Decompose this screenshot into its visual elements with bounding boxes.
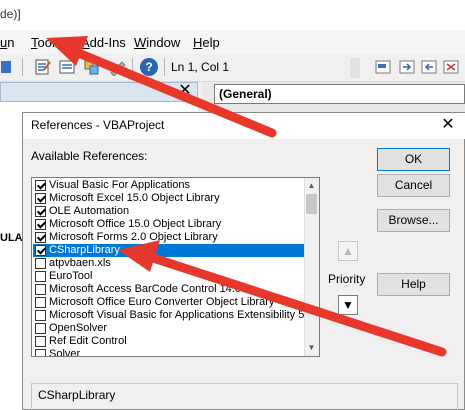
menu-bar <box>0 30 465 54</box>
reference-checkbox[interactable] <box>35 180 46 191</box>
reference-checkbox[interactable] <box>35 206 46 217</box>
reference-checkbox[interactable] <box>35 271 46 282</box>
next-bookmark-icon[interactable] <box>398 58 416 76</box>
reference-label: Microsoft Excel 15.0 Object Library <box>49 192 220 204</box>
object-browser-icon[interactable] <box>82 58 100 76</box>
reference-label: CSharpLibrary <box>49 244 120 256</box>
close-icon[interactable]: ✕ <box>176 82 194 100</box>
previous-bookmark-icon[interactable] <box>420 58 438 76</box>
title-bar <box>0 0 465 30</box>
reference-label: Microsoft Access BarCode Control 14.0 <box>49 283 241 295</box>
reference-label: Ref Edit Control <box>49 335 127 347</box>
reference-checkbox[interactable] <box>35 297 46 308</box>
reference-checkbox[interactable] <box>35 349 46 356</box>
reference-checkbox[interactable] <box>35 245 46 256</box>
reference-label: Visual Basic For Applications <box>49 179 191 191</box>
reference-checkbox[interactable] <box>35 219 46 230</box>
reference-checkbox[interactable] <box>35 284 46 295</box>
project-pane-header <box>0 82 198 102</box>
reference-label: OLE Automation <box>49 205 130 217</box>
menu-help[interactable]: Help <box>193 35 220 50</box>
window-title: de)] <box>0 7 21 21</box>
reference-checkbox[interactable] <box>35 258 46 269</box>
menu-add-ins-accel: A <box>81 35 90 50</box>
reference-label: atpvbaen.xls <box>49 257 111 269</box>
scroll-thumb[interactable] <box>306 194 317 214</box>
reference-label: Solver <box>49 348 81 357</box>
menu-help-rest: elp <box>202 35 220 50</box>
reference-checkbox[interactable] <box>35 310 46 321</box>
reference-checkbox[interactable] <box>35 193 46 204</box>
reference-label: EuroTool <box>49 270 93 282</box>
reference-checkbox[interactable] <box>35 336 46 347</box>
menu-add-ins[interactable]: Add-Ins <box>81 35 126 50</box>
reference-label: Microsoft Forms 2.0 Object Library <box>49 231 218 243</box>
scroll-down-icon[interactable]: ▼ <box>305 341 318 354</box>
browse-button[interactable]: Browse... <box>377 209 450 232</box>
menu-window[interactable]: Window <box>134 35 180 50</box>
toolbar-separator <box>164 58 165 76</box>
menu-run[interactable]: un <box>0 35 14 50</box>
reference-item[interactable]: Microsoft Forms 2.0 Object Library <box>33 231 305 244</box>
toolbox-icon[interactable] <box>108 58 126 76</box>
toggle-bookmark-icon[interactable] <box>374 58 392 76</box>
reference-item[interactable]: OpenSolver <box>33 322 305 335</box>
help-icon[interactable]: ? <box>140 58 158 76</box>
priority-down-button[interactable]: ▼ <box>338 295 358 315</box>
reference-item[interactable]: Microsoft Visual Basic for Applications … <box>33 309 305 322</box>
dialog-title: References - VBAProject <box>31 118 165 132</box>
reference-label: Microsoft Visual Basic for Applications … <box>49 309 305 321</box>
priority-up-button[interactable]: ▲ <box>338 241 358 261</box>
menu-run-rest: n <box>7 35 15 50</box>
object-combo[interactable]: (General) <box>214 84 465 104</box>
reference-item[interactable]: atpvbaen.xls <box>33 257 305 270</box>
ok-button[interactable]: OK <box>377 148 450 171</box>
reference-item[interactable]: Solver <box>33 348 305 357</box>
toolbar-separator <box>132 58 133 76</box>
toolbar-overflow[interactable] <box>350 58 360 78</box>
priority-label: Priority <box>328 272 366 286</box>
toolbar-separator <box>22 58 23 76</box>
reference-checkbox[interactable] <box>35 232 46 243</box>
menu-tools[interactable]: Tools <box>31 35 61 50</box>
reference-item[interactable]: EuroTool <box>33 270 305 283</box>
reference-item-selected[interactable]: CSharpLibrary <box>33 244 305 257</box>
cancel-button[interactable]: Cancel <box>377 174 450 197</box>
reference-checkbox[interactable] <box>35 323 46 334</box>
reference-label: Microsoft Office 15.0 Object Library <box>49 218 222 230</box>
menu-help-accel: H <box>193 35 203 50</box>
project-tree-fragment: ULA <box>0 232 23 244</box>
scroll-up-icon[interactable]: ▲ <box>305 179 318 192</box>
reference-item[interactable]: Microsoft Excel 15.0 Object Library <box>33 192 305 205</box>
cursor-position: Ln 1, Col 1 <box>171 60 230 74</box>
project-explorer-icon[interactable] <box>34 58 52 76</box>
clear-bookmarks-icon[interactable] <box>442 58 460 76</box>
dialog-close-icon[interactable]: ✕ <box>438 114 458 136</box>
reference-item[interactable]: Microsoft Access BarCode Control 14.0 <box>33 283 305 296</box>
available-references-label: Available References: <box>31 149 148 163</box>
reference-details-label: CSharpLibrary <box>38 388 116 402</box>
reference-item[interactable]: OLE Automation <box>33 205 305 218</box>
menu-window-rest: indow <box>146 35 181 50</box>
reference-label: OpenSolver <box>49 322 108 334</box>
properties-window-icon[interactable] <box>58 58 76 76</box>
reference-item[interactable]: Microsoft Office 15.0 Object Library <box>33 218 305 231</box>
menu-add-ins-rest: dd-Ins <box>89 35 126 50</box>
menu-tools-rest: ools <box>37 35 62 50</box>
help-button[interactable]: Help <box>377 273 450 296</box>
design-mode-icon[interactable] <box>0 58 18 76</box>
reference-item[interactable]: Microsoft Office Euro Converter Object L… <box>33 296 305 309</box>
reference-item[interactable]: Ref Edit Control <box>33 335 305 348</box>
reference-label: Microsoft Office Euro Converter Object L… <box>49 296 275 308</box>
references-list[interactable]: Visual Basic For Applications Microsoft … <box>31 177 320 357</box>
reference-item[interactable]: Visual Basic For Applications <box>33 179 305 192</box>
menu-window-accel: W <box>134 35 147 50</box>
